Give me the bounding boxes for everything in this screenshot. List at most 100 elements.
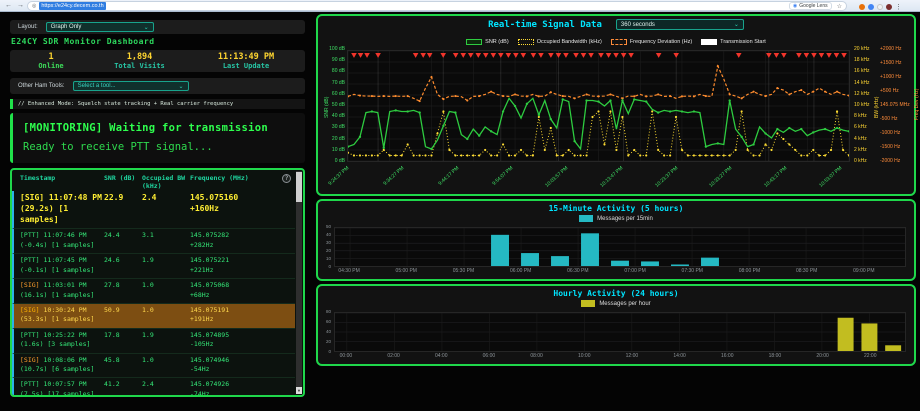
google-lens-button[interactable]: ◉ Google Lens bbox=[789, 2, 832, 10]
browser-menu-icon[interactable]: ⋮ bbox=[895, 3, 902, 11]
x-tick: 07:30 PM bbox=[674, 269, 710, 274]
help-icon[interactable]: ? bbox=[282, 174, 291, 183]
table-row[interactable]: [SIG] 11:07:48 PM (29.2s) [1 samples]22.… bbox=[12, 191, 295, 229]
y-tick: 20 bbox=[321, 340, 331, 345]
x-tick: 08:00 PM bbox=[731, 269, 767, 274]
tune-icon[interactable]: ◎ bbox=[32, 3, 36, 9]
table-row[interactable]: [PTT] 10:07:57 PM (7.5s) [17 samples]41.… bbox=[12, 378, 295, 395]
y-right-fd-tick: +1000 Hz bbox=[880, 75, 916, 80]
bookmark-star-icon[interactable]: ☆ bbox=[837, 3, 842, 10]
row-timestamp: [SIG] 10:30:24 PM (53.3s) [1 samples] bbox=[20, 306, 104, 325]
tools-select[interactable]: Select a tool... ⌄ bbox=[73, 81, 189, 91]
back-icon[interactable]: ← bbox=[5, 0, 12, 12]
hourly-chart-plot bbox=[334, 312, 906, 352]
row-snr: 50.9 bbox=[104, 306, 142, 325]
scrollbar[interactable]: ▼ bbox=[296, 171, 302, 394]
enhanced-mode-note: // Enhanced Mode: Squelch state tracking… bbox=[10, 99, 305, 109]
legend-chip-snr bbox=[466, 39, 482, 45]
monitoring-status: [MONITORING] Waiting for transmission bbox=[23, 122, 295, 134]
y-right-fd-tick: -1500 Hz bbox=[880, 145, 916, 150]
x-tick: 16:00 bbox=[709, 354, 745, 359]
y-left-tick: 0 dB bbox=[319, 159, 345, 164]
extension-icon-orange[interactable] bbox=[859, 4, 865, 10]
x-tick: 22:00 bbox=[852, 354, 888, 359]
y-left-tick: 50 dB bbox=[319, 103, 345, 108]
stat-value: 1,894 bbox=[127, 52, 153, 62]
y-right-fd-tick: 145.075 MHz bbox=[880, 103, 916, 108]
row-snr: 17.8 bbox=[104, 331, 142, 350]
chevron-down-icon: ⌄ bbox=[144, 24, 149, 31]
table-header-cell: Frequency (MHz) bbox=[190, 174, 287, 191]
table-row[interactable]: [SIG] 11:03:01 PM (16.1s) [1 samples]27.… bbox=[12, 279, 295, 304]
y-left-tick: 70 dB bbox=[319, 81, 345, 86]
x-tick: 09:00 PM bbox=[846, 269, 882, 274]
y-tick: 60 bbox=[321, 320, 331, 325]
y-right-fd-tick: +1500 Hz bbox=[880, 61, 916, 66]
row-frequency: 145.074946 -54Hz bbox=[190, 356, 293, 375]
stat-item: 1,894Total Visits bbox=[82, 52, 197, 71]
profile-avatar[interactable] bbox=[886, 4, 892, 10]
time-range-select[interactable]: 360 seconds ⌄ bbox=[616, 19, 744, 30]
table-row[interactable]: [PTT] 11:07:46 PM (-0.4s) [1 samples]24.… bbox=[12, 229, 295, 254]
activity15-chart-panel: 15-Minute Activity (5 hours) Messages pe… bbox=[316, 199, 916, 281]
realtime-chart-plot bbox=[347, 50, 850, 162]
layout-select[interactable]: Graph Only ⌄ bbox=[46, 22, 154, 32]
scrollbar-down-icon[interactable]: ▼ bbox=[296, 387, 302, 394]
hourly-chart-title: Hourly Activity (24 hours) bbox=[318, 289, 914, 298]
table-row[interactable]: [SIG] 10:08:06 PM (10.7s) [6 samples]45.… bbox=[12, 354, 295, 379]
y-left-tick: 80 dB bbox=[319, 69, 345, 74]
row-snr: 24.6 bbox=[104, 256, 142, 275]
x-tick: 10:00 bbox=[566, 354, 602, 359]
y-right-bw-tick: 18 kHz bbox=[854, 58, 878, 63]
legend-item: SNR (dB) bbox=[466, 39, 509, 45]
realtime-chart-panel: Real-time Signal Data 360 seconds ⌄ SNR … bbox=[316, 14, 916, 196]
x-tick: 06:30 PM bbox=[560, 269, 596, 274]
y-left-tick: 40 dB bbox=[319, 114, 345, 119]
stats-panel: 1Online1,894Total Visits11:13:49 PMLast … bbox=[10, 50, 305, 72]
forward-icon[interactable]: → bbox=[17, 0, 24, 12]
row-tag: [SIG] bbox=[20, 193, 44, 202]
row-bw: 1.9 bbox=[142, 256, 190, 275]
extension-icon-blue[interactable] bbox=[868, 4, 874, 10]
row-timestamp: [SIG] 11:03:01 PM (16.1s) [1 samples] bbox=[20, 281, 104, 300]
x-tick: 05:00 PM bbox=[388, 269, 424, 274]
legend-chip-ts bbox=[701, 39, 717, 45]
y-tick: 80 bbox=[321, 310, 331, 315]
scrollbar-thumb[interactable] bbox=[296, 172, 302, 202]
lens-icon: ◉ bbox=[793, 3, 797, 9]
x-tick: 06:00 PM bbox=[503, 269, 539, 274]
extension-icon-light[interactable] bbox=[877, 4, 883, 10]
x-tick: 18:00 bbox=[757, 354, 793, 359]
axis-title: BW (kHz) bbox=[874, 97, 880, 118]
y-right-bw-tick: 2 kHz bbox=[854, 148, 878, 153]
row-frequency: 145.074895 -105Hz bbox=[190, 331, 293, 350]
row-tag: [SIG] bbox=[20, 306, 40, 314]
row-snr: 24.4 bbox=[104, 231, 142, 250]
y-left-tick: 100 dB bbox=[319, 47, 345, 52]
table-row[interactable]: [SIG] 10:30:24 PM (53.3s) [1 samples]50.… bbox=[12, 304, 295, 329]
monitoring-panel: [MONITORING] Waiting for transmission Re… bbox=[10, 113, 305, 163]
legend-item: Transmission Start bbox=[701, 39, 766, 45]
table-row[interactable]: [PTT] 10:25:22 PM (1.6s) [3 samples]17.8… bbox=[12, 329, 295, 354]
y-tick: 0 bbox=[321, 265, 331, 270]
realtime-chart-legend: SNR (dB)Occupied Bandwidth (kHz)Frequenc… bbox=[318, 39, 914, 45]
stat-item: 1Online bbox=[20, 52, 82, 71]
x-tick: 9:34:27 PM bbox=[375, 166, 405, 194]
row-frequency: 145.075068 +68Hz bbox=[190, 281, 293, 300]
x-tick: 07:00 PM bbox=[617, 269, 653, 274]
y-left-tick: 60 dB bbox=[319, 92, 345, 97]
row-bw: 2.4 bbox=[142, 193, 190, 225]
browser-bar: ← → ⟳ ◎ https://e24cy.decem.co.th ◉ Goog… bbox=[0, 0, 920, 12]
address-bar[interactable]: ◎ https://e24cy.decem.co.th ◉ Google Len… bbox=[27, 1, 847, 11]
row-timestamp: [SIG] 11:07:48 PM (29.2s) [1 samples] bbox=[20, 193, 104, 225]
y-tick: 50 bbox=[321, 225, 331, 230]
layout-label: Layout: bbox=[18, 24, 38, 30]
x-tick: 10:23:37 PM bbox=[649, 166, 679, 194]
table-row[interactable]: [PTT] 11:07:45 PM (-0.1s) [1 samples]24.… bbox=[12, 254, 295, 279]
y-left-tick: 30 dB bbox=[319, 125, 345, 130]
legend-item: Frequency Deviation (Hz) bbox=[611, 39, 692, 45]
legend-label: SNR (dB) bbox=[485, 39, 509, 45]
row-snr: 22.9 bbox=[104, 193, 142, 225]
url-text[interactable]: https://e24cy.decem.co.th bbox=[39, 2, 105, 10]
row-timestamp: [PTT] 11:07:45 PM (-0.1s) [1 samples] bbox=[20, 256, 104, 275]
